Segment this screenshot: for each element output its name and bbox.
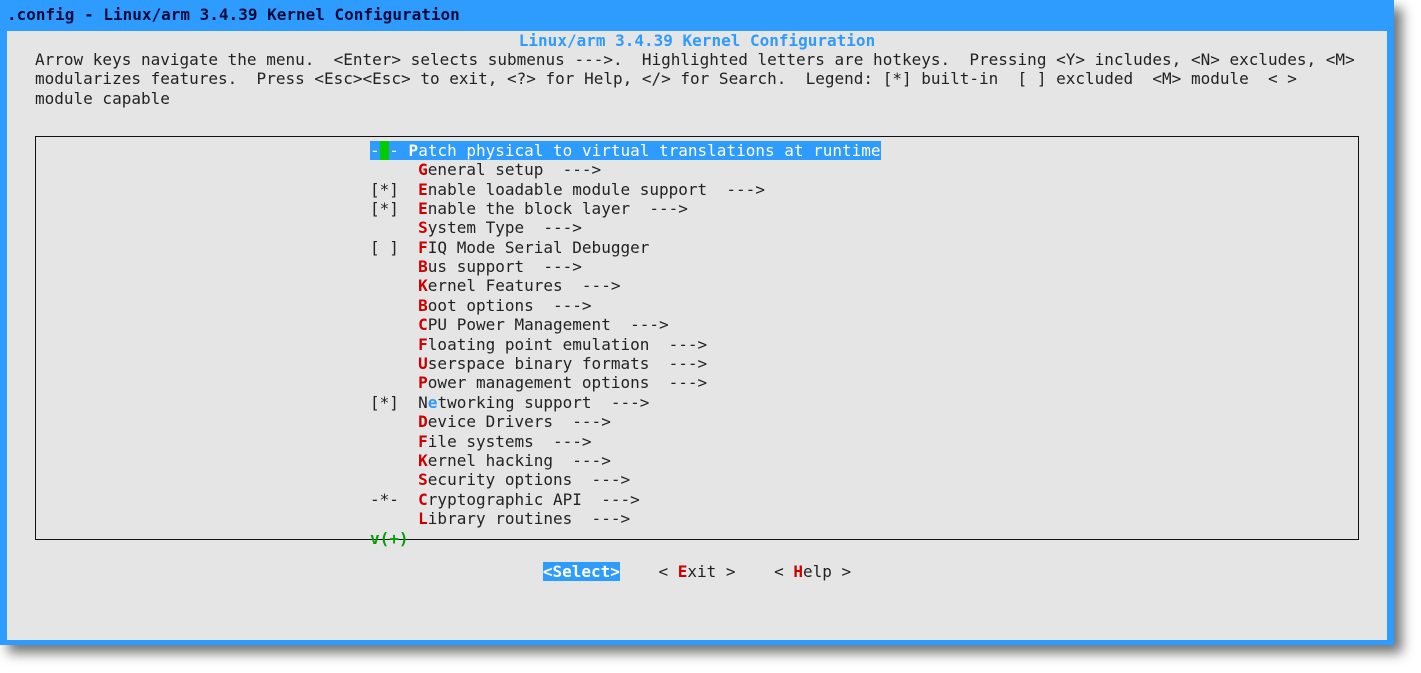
exit-button[interactable]: < Exit > bbox=[658, 562, 735, 581]
menu-item[interactable]: Boot options ---> bbox=[370, 296, 1358, 315]
menu-item[interactable]: Library routines ---> bbox=[370, 509, 1358, 528]
menu-item[interactable]: [*] Enable loadable module support ---> bbox=[370, 180, 1358, 199]
menu-list[interactable]: - - Patch physical to virtual translatio… bbox=[370, 141, 1358, 529]
menu-item[interactable]: Floating point emulation ---> bbox=[370, 335, 1358, 354]
menu-item[interactable]: [ ] FIQ Mode Serial Debugger bbox=[370, 238, 1358, 257]
scroll-indicator: v(+) bbox=[370, 529, 1358, 548]
menu-item[interactable]: General setup ---> bbox=[370, 160, 1358, 179]
menu-item[interactable]: - - Patch physical to virtual translatio… bbox=[370, 141, 1358, 160]
menu-item[interactable]: Kernel Features ---> bbox=[370, 276, 1358, 295]
menu-item[interactable]: CPU Power Management ---> bbox=[370, 315, 1358, 334]
help-button[interactable]: < Help > bbox=[774, 562, 851, 581]
menu-item[interactable]: Kernel hacking ---> bbox=[370, 451, 1358, 470]
help-text: Arrow keys navigate the menu. <Enter> se… bbox=[7, 50, 1387, 108]
menu-item[interactable]: Bus support ---> bbox=[370, 257, 1358, 276]
menu-item[interactable]: Power management options ---> bbox=[370, 373, 1358, 392]
menuconfig-screen: Linux/arm 3.4.39 Kernel Configuration Ar… bbox=[7, 31, 1387, 640]
menu-item[interactable]: -*- Cryptographic API ---> bbox=[370, 490, 1358, 509]
menu-box: - - Patch physical to virtual translatio… bbox=[35, 136, 1359, 540]
menu-item[interactable]: [*] Enable the block layer ---> bbox=[370, 199, 1358, 218]
menu-item[interactable]: Security options ---> bbox=[370, 470, 1358, 489]
menu-item[interactable]: [*] Networking support ---> bbox=[370, 393, 1358, 412]
menu-item[interactable]: File systems ---> bbox=[370, 432, 1358, 451]
select-button[interactable]: <Select> bbox=[543, 562, 620, 581]
kc-title: Linux/arm 3.4.39 Kernel Configuration bbox=[7, 31, 1387, 50]
button-bar: <Select> < Exit > < Help > bbox=[7, 562, 1387, 581]
menu-item[interactable]: Device Drivers ---> bbox=[370, 412, 1358, 431]
terminal-window: .config - Linux/arm 3.4.39 Kernel Config… bbox=[0, 0, 1394, 645]
menu-item[interactable]: System Type ---> bbox=[370, 218, 1358, 237]
menu-item[interactable]: Userspace binary formats ---> bbox=[370, 354, 1358, 373]
window-title: .config - Linux/arm 3.4.39 Kernel Config… bbox=[3, 3, 1391, 27]
